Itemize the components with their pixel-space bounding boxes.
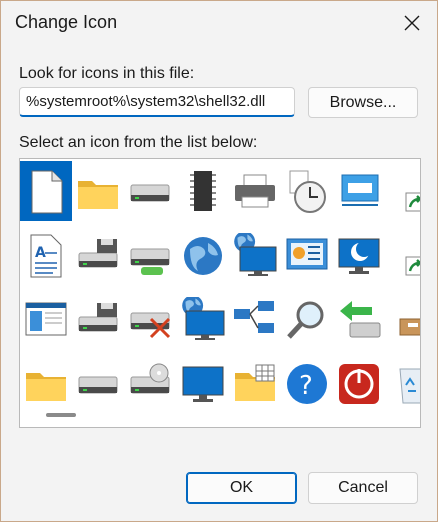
window-icon: [341, 174, 379, 206]
shortcut-arrow-icon: [405, 256, 420, 276]
icon-list-item[interactable]: ?: [281, 353, 333, 413]
disconnected-drive-icon: [130, 312, 171, 339]
power-icon: [339, 364, 379, 404]
folder-icon: [78, 181, 118, 209]
printer-icon: [235, 174, 275, 208]
icon-list-item[interactable]: [281, 161, 333, 221]
icon-list-item[interactable]: [177, 289, 229, 349]
icon-list-item[interactable]: [20, 161, 72, 221]
search-icon: [287, 301, 324, 339]
close-button[interactable]: [393, 5, 431, 41]
title-bar: Change Icon: [1, 1, 437, 45]
application-window-icon: [25, 302, 67, 336]
text-document-icon: A: [30, 234, 62, 278]
recycle-bin-icon: [399, 368, 420, 404]
icon-list-item[interactable]: [124, 353, 176, 413]
horizontal-scrollbar-thumb[interactable]: [46, 413, 76, 417]
cancel-button[interactable]: Cancel: [308, 472, 418, 504]
svg-text:A: A: [35, 245, 46, 261]
icon-file-path-input[interactable]: [19, 87, 295, 117]
icon-list-label: Select an icon from the list below:: [19, 134, 258, 151]
icon-list-item[interactable]: [333, 161, 385, 221]
svg-text:?: ?: [299, 371, 313, 401]
moon-monitor-icon: [338, 238, 380, 274]
icon-list-item[interactable]: [124, 289, 176, 349]
icon-list-item[interactable]: [177, 161, 229, 221]
icon-list-item[interactable]: [333, 225, 385, 285]
icon-list-item[interactable]: [229, 161, 281, 221]
icon-list-item[interactable]: [385, 225, 420, 285]
globe-icon: [184, 237, 222, 275]
icon-list-item[interactable]: [177, 225, 229, 285]
icon-list-item[interactable]: [124, 225, 176, 285]
floppy-drive-icon: [78, 303, 118, 332]
icon-list-item[interactable]: [333, 353, 385, 413]
usb-drive-icon: [130, 248, 170, 275]
network-icon: [234, 301, 274, 333]
icon-list-item[interactable]: [385, 289, 420, 349]
drive-icon: [130, 184, 170, 202]
file-label: Look for icons in this file:: [19, 65, 195, 82]
blank-document-icon: [31, 170, 63, 214]
drive-icon: [78, 376, 118, 394]
cd-drive-icon: [130, 363, 170, 394]
icon-list[interactable]: A?: [19, 158, 421, 428]
icon-list-item[interactable]: [20, 353, 72, 413]
icon-list-item[interactable]: [229, 225, 281, 285]
install-arrow-icon: [340, 301, 381, 338]
icon-list-item[interactable]: [72, 225, 124, 285]
help-icon: ?: [287, 364, 327, 404]
dialog-title: Change Icon: [15, 12, 118, 32]
floppy-drive-icon: [78, 239, 118, 268]
pictures-folder-icon: [235, 364, 275, 401]
icon-list-item[interactable]: A: [20, 225, 72, 285]
icon-list-item[interactable]: [72, 289, 124, 349]
shortcut-arrow-icon: [405, 192, 420, 212]
icon-list-item[interactable]: [385, 353, 420, 413]
icon-list-item[interactable]: [229, 289, 281, 349]
control-panel-icon: [286, 238, 328, 270]
network-globe-monitor-icon: [234, 233, 277, 276]
icon-list-item[interactable]: [72, 161, 124, 221]
ok-button[interactable]: OK: [186, 472, 297, 504]
monitor-icon: [182, 366, 224, 402]
package-icon: [399, 318, 420, 336]
browse-button[interactable]: Browse...: [308, 87, 418, 118]
close-icon: [404, 15, 420, 31]
folder-icon: [26, 373, 66, 401]
icon-list-item[interactable]: [124, 161, 176, 221]
icon-list-item[interactable]: [229, 353, 281, 413]
icon-list-item[interactable]: [385, 161, 420, 221]
icon-list-item[interactable]: [333, 289, 385, 349]
icon-list-item[interactable]: [177, 353, 229, 413]
globe-monitor-icon: [182, 297, 225, 340]
icon-list-item[interactable]: [72, 353, 124, 413]
icon-list-item[interactable]: [281, 225, 333, 285]
chip-icon: [190, 171, 216, 211]
change-icon-dialog: Change Icon Look for icons in this file:…: [0, 0, 438, 522]
clock-icon: [289, 170, 326, 213]
icon-list-item[interactable]: [20, 289, 72, 349]
icon-list-item[interactable]: [281, 289, 333, 349]
